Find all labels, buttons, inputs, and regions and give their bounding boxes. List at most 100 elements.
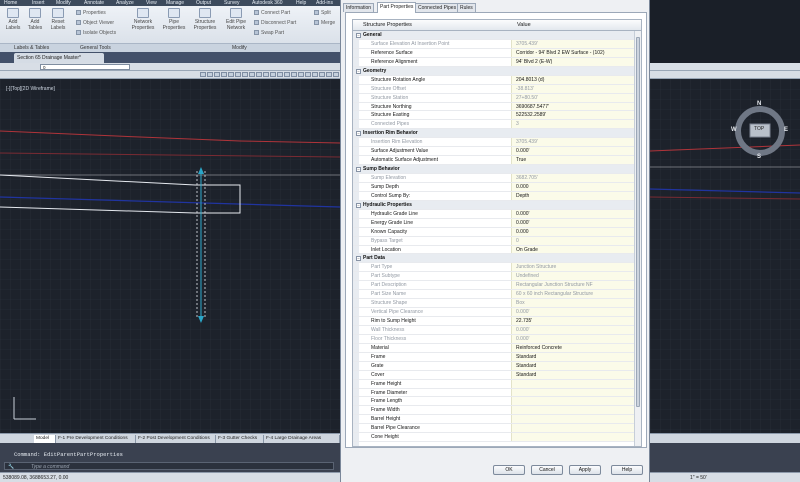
add-tables-button[interactable]: Add Tables — [26, 8, 44, 31]
grid-property-row[interactable]: Material Reinforced Concrete — [353, 343, 636, 353]
disconnect-part-button[interactable]: Disconnect Part — [254, 20, 296, 26]
grid-property-row[interactable]: Control Sump By: Depth — [353, 191, 636, 201]
grid-property-row[interactable]: Frame Length — [353, 397, 636, 407]
grid-property-row[interactable]: Hydraulic Grade Line 0.000' — [353, 209, 636, 219]
cancel-button[interactable]: Cancel — [531, 465, 563, 475]
grid-property-row[interactable]: Energy Grade Line 0.000' — [353, 218, 636, 228]
property-value[interactable]: 94' Blvd 2 (E-W) — [511, 57, 636, 66]
property-value[interactable]: 0.000' — [511, 147, 636, 156]
collapse-icon[interactable]: − — [356, 131, 361, 137]
grid-property-row[interactable]: Structure Rotation Angle 204.8013 (d) — [353, 75, 636, 85]
modify-panel-title[interactable]: Modify — [232, 45, 247, 51]
property-value[interactable] — [511, 379, 636, 388]
grid-property-row[interactable]: Known Capacity 0.000 — [353, 227, 636, 237]
merge-button[interactable]: Merge — [314, 20, 335, 26]
property-value[interactable]: 0.000' — [511, 209, 636, 218]
property-value[interactable] — [511, 415, 636, 424]
grid-property-row[interactable]: Reference Alignment 94' Blvd 2 (E-W) — [353, 57, 636, 67]
property-value[interactable]: 0.000' — [511, 218, 636, 227]
grid-property-row[interactable]: Cover Standard — [353, 370, 636, 380]
toolbar-tool-icon[interactable] — [270, 72, 276, 77]
grid-scrollbar[interactable] — [634, 31, 641, 446]
grid-property-row[interactable]: Frame Diameter — [353, 388, 636, 398]
tab-part-properties[interactable]: Part Properties — [377, 2, 417, 13]
properties-button[interactable]: Properties — [76, 10, 106, 16]
property-value[interactable]: Standard — [511, 361, 636, 370]
property-value[interactable]: Corridor - 94' Blvd 2 EW Surface - (102) — [511, 48, 636, 57]
grid-category-row[interactable]: − Geometry — [353, 66, 636, 76]
grid-property-row[interactable]: Frame Standard — [353, 352, 636, 362]
grid-property-row[interactable]: Frame Width — [353, 406, 636, 416]
property-value[interactable]: 204.8013 (d) — [511, 75, 636, 84]
property-value[interactable]: Standard — [511, 352, 636, 361]
grid-property-row[interactable]: Automatic Surface Adjustment True — [353, 156, 636, 166]
toolbar-tool-icon[interactable] — [326, 72, 332, 77]
isolate-objects-button[interactable]: Isolate Objects — [76, 30, 116, 36]
grid-property-row[interactable]: Barrel Pipe Clearance — [353, 424, 636, 434]
structure-properties-button[interactable]: Structure Properties — [192, 8, 218, 31]
property-value[interactable]: Standard — [511, 370, 636, 379]
property-value[interactable] — [511, 388, 636, 397]
grid-property-row[interactable]: Sump Depth 0.000 — [353, 182, 636, 192]
property-value[interactable]: True — [511, 156, 636, 165]
grid-property-row[interactable]: Reference Surface Corridor - 94' Blvd 2 E… — [353, 48, 636, 58]
layout-tab-f3[interactable]: F-3 Gutter Checks — [216, 435, 264, 443]
connect-part-button[interactable]: Connect Part — [254, 10, 290, 16]
toolbar-tool-icon[interactable] — [256, 72, 262, 77]
tab-connected-pipes[interactable]: Connected Pipes — [415, 3, 460, 12]
toolbar-tool-icon[interactable] — [319, 72, 325, 77]
command-input[interactable]: 🔧 Type a command — [4, 462, 334, 470]
collapse-icon[interactable]: − — [356, 202, 361, 208]
grid-category-row[interactable]: − Insertion Rim Behavior — [353, 129, 636, 139]
labels-tables-panel-title[interactable]: Labels & Tables — [14, 45, 49, 51]
edit-pipe-network-button[interactable]: Edit Pipe Network — [224, 8, 248, 31]
toolbar-tool-icon[interactable] — [277, 72, 283, 77]
add-labels-button[interactable]: Add Labels — [4, 8, 22, 31]
property-value[interactable]: Depth — [511, 191, 636, 200]
grid-category-row[interactable]: − Sump Behavior — [353, 165, 636, 174]
document-tab[interactable]: Section 65 Drainage Master* — [14, 53, 104, 63]
toolbar-tool-icon[interactable] — [214, 72, 220, 77]
tab-rules[interactable]: Rules — [457, 3, 476, 12]
layer-select[interactable]: 0 — [40, 64, 130, 70]
split-button[interactable]: Split — [314, 10, 331, 16]
toolbar-tool-icon[interactable] — [207, 72, 213, 77]
layout-tab-f2[interactable]: F-2 Post Development Conditions — [136, 435, 216, 443]
property-value[interactable] — [511, 406, 636, 415]
toolbar-tool-icon[interactable] — [284, 72, 290, 77]
toolbar-tool-icon[interactable] — [263, 72, 269, 77]
grid-scrollbar-thumb[interactable] — [636, 37, 640, 407]
grid-property-row[interactable]: Rim to Sump Height 22.735' — [353, 317, 636, 326]
property-value[interactable]: On Grade — [511, 245, 636, 254]
toolbar-tool-icon[interactable] — [228, 72, 234, 77]
network-properties-button[interactable]: Network Properties — [130, 8, 156, 31]
grid-property-row[interactable]: Structure Northing 3690687.5477' — [353, 102, 636, 112]
property-value[interactable]: 0.000 — [511, 182, 636, 191]
grid-category-row[interactable]: − Part Data — [353, 254, 636, 264]
grid-category-row[interactable]: − Hydraulic Properties — [353, 200, 636, 210]
property-value[interactable]: Reinforced Concrete — [511, 343, 636, 352]
property-value[interactable]: 22.735' — [511, 317, 636, 325]
general-tools-panel-title[interactable]: General Tools — [80, 45, 111, 51]
toolbar-tool-icon[interactable] — [291, 72, 297, 77]
layout-tab-model[interactable]: Model — [34, 435, 56, 443]
reset-labels-button[interactable]: Reset Labels — [48, 8, 68, 31]
grid-property-row[interactable]: Cone Height — [353, 433, 636, 443]
toolbar-tool-icon[interactable] — [200, 72, 206, 77]
collapse-icon[interactable]: − — [356, 256, 361, 262]
property-value[interactable] — [511, 433, 636, 442]
toolbar-tool-icon[interactable] — [333, 72, 339, 77]
grid-property-row[interactable]: Grate Standard — [353, 361, 636, 371]
toolbar-tool-icon[interactable] — [235, 72, 241, 77]
grid-property-row[interactable]: Frame Height — [353, 379, 636, 389]
property-value[interactable] — [511, 397, 636, 406]
wrench-icon[interactable]: 🔧 — [8, 464, 14, 470]
collapse-icon[interactable]: − — [356, 33, 361, 38]
toolbar-tool-icon[interactable] — [221, 72, 227, 77]
toolbar-tool-icon[interactable] — [305, 72, 311, 77]
property-value[interactable]: 3690687.5477' — [511, 102, 636, 111]
grid-property-row[interactable]: Inlet Location On Grade — [353, 245, 636, 255]
layout-tab-f1[interactable]: F-1 Pre Development Conditions — [56, 435, 136, 443]
property-value[interactable]: 0.000 — [511, 227, 636, 236]
column-header-value[interactable]: Value — [517, 22, 531, 28]
